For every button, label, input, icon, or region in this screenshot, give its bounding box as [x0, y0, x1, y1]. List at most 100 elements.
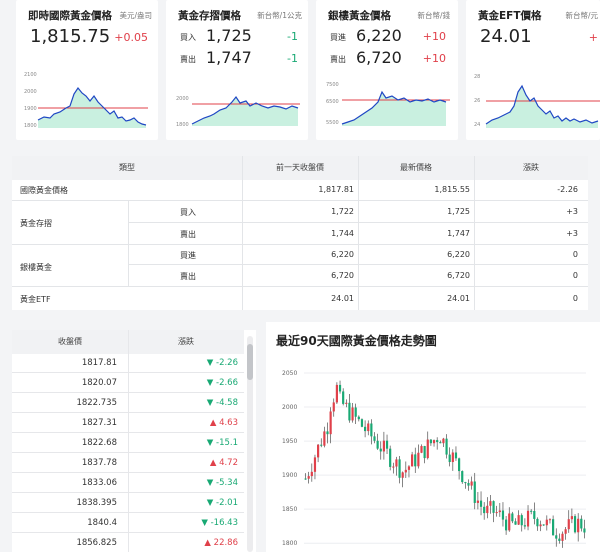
close-value: 1837.78 [81, 458, 117, 468]
y-tick: 1800 [282, 540, 297, 547]
change-value: ▲ 4.72 [209, 458, 238, 468]
candle-body [439, 442, 442, 444]
col-header-type: 類型 [12, 156, 242, 180]
candle-body [407, 466, 411, 470]
etf-sparkline: 28 26 24 [474, 74, 600, 128]
close-value: 1822.68 [81, 438, 117, 448]
candle-body [404, 469, 407, 473]
candle-body [505, 519, 508, 531]
list-item: 1856.825 ▲ 22.86 [12, 534, 244, 552]
sell-label: 賣出 [180, 55, 196, 64]
candle-body [545, 519, 548, 526]
row-sub: 買進 [180, 251, 196, 260]
card-title: 黃金存摺價格 [178, 10, 241, 22]
buy-label: 買入 [180, 33, 196, 42]
list-item: 1817.81 ▼ -2.26 [12, 354, 244, 373]
row-category: 國際黃金價格 [20, 186, 68, 195]
y-tick: 5500 [326, 120, 339, 126]
candle-body [555, 535, 558, 539]
row-last: 1,725 [447, 207, 470, 216]
intl-gold-sparkline: 2100 2000 1900 1800 [24, 72, 148, 129]
row-change: +3 [566, 229, 578, 238]
y-tick: 28 [474, 74, 480, 80]
candle-body [360, 419, 364, 427]
candle-body [573, 516, 577, 533]
card-price: 1,815.75 [30, 26, 111, 47]
candlestick-chart-panel: 最近90天國際黃金價格走勢圖 2050 2000 1950 1900 1850 1800 [266, 322, 600, 552]
list-item: 1822.68 ▼ -15.1 [12, 434, 244, 453]
y-tick: 1800 [24, 123, 37, 129]
list-item: 1822.735 ▼ -4.58 [12, 394, 244, 413]
passbook-sparkline: 2000 1800 [176, 95, 300, 128]
candle-body [436, 440, 439, 443]
candle-body [570, 516, 573, 520]
change-value: ▼ -15.1 [206, 438, 238, 448]
card-change: +0.05 [114, 31, 148, 44]
candlestick-chart[interactable]: 2050 2000 1950 1900 1850 1800 [266, 352, 600, 552]
candle-body [473, 481, 476, 503]
candle-body [458, 458, 461, 472]
gold-price-dashboard: 即時國際黃金價格 美元/盎司 1,815.75 +0.05 2100 2000 … [0, 0, 600, 552]
gold-etf-card[interactable]: 黃金EFT價格 新台幣/元 24.01 + 28 26 24 [466, 0, 600, 140]
change-value: ▼ -16.43 [201, 518, 238, 528]
candle-body [423, 446, 426, 459]
divider [12, 244, 588, 245]
y-tick: 2100 [24, 72, 37, 78]
candle-body [489, 501, 492, 506]
candle-body [332, 402, 335, 412]
jewelry-gold-card[interactable]: 銀樓黃金價格 新台幣/錢 買進 6,220 +10 賣出 6,720 +10 7… [316, 0, 458, 140]
card-unit: 新台幣/1公克 [257, 11, 302, 20]
row-prev: 1,817.81 [318, 185, 354, 194]
candle-body [370, 423, 373, 437]
candle-body [348, 402, 351, 421]
close-value: 1817.81 [81, 358, 117, 368]
list-scrollbar[interactable] [247, 336, 253, 552]
row-category: 黃金存摺 [20, 219, 52, 228]
candle-body [395, 459, 398, 467]
candle-body [483, 506, 486, 514]
divider [128, 222, 588, 223]
candle-body [454, 452, 458, 459]
scrollbar-thumb[interactable] [247, 344, 253, 380]
y-tick: 24 [474, 122, 480, 128]
col-header-change: 漲跌 [474, 156, 588, 180]
candle-body [411, 454, 414, 467]
candle-body [432, 440, 436, 444]
list-item: 1827.31 ▲ 4.63 [12, 414, 244, 433]
candle-body [467, 482, 470, 486]
y-tick: 1900 [282, 472, 297, 479]
buy-price: 6,220 [356, 26, 402, 45]
candle-body [329, 411, 332, 435]
candle-body [382, 440, 385, 452]
y-tick: 2000 [176, 96, 189, 102]
card-unit: 新台幣/元 [565, 11, 598, 20]
candle-body [376, 440, 379, 449]
row-prev: 1,722 [331, 207, 354, 216]
close-value: 1856.825 [76, 538, 117, 548]
candle-body [561, 533, 564, 541]
candle-body [530, 510, 533, 512]
close-value: 1820.07 [81, 378, 117, 388]
intl-gold-card[interactable]: 即時國際黃金價格 美元/盎司 1,815.75 +0.05 2100 2000 … [16, 0, 158, 140]
candle-body [389, 448, 392, 467]
chart-title: 最近90天國際黃金價格走勢圖 [276, 334, 437, 348]
candle-body [317, 444, 320, 458]
list-item: 1837.78 ▲ 4.72 [12, 454, 244, 473]
buy-price: 1,725 [206, 26, 252, 45]
gold-passbook-card[interactable]: 黃金存摺價格 新台幣/1公克 買入 1,725 -1 賣出 1,747 -1 2… [166, 0, 308, 140]
candle-body [520, 515, 523, 526]
candle-body [523, 525, 526, 527]
candle-body [461, 471, 464, 483]
row-category: 黃金ETF [20, 295, 51, 304]
history-list[interactable]: 收盤價 漲跌 1817.81 ▼ -2.26 1820.07 ▼ -2.66 1… [12, 330, 256, 552]
list-item: 1833.06 ▼ -5.34 [12, 474, 244, 493]
candle-body [511, 513, 514, 522]
row-sub: 賣出 [180, 272, 196, 281]
card-title: 即時國際黃金價格 [28, 10, 112, 22]
candle-body [304, 478, 307, 480]
y-tick: 2000 [24, 89, 37, 95]
candle-body [310, 471, 313, 477]
col-header-last: 最新價格 [358, 156, 474, 180]
card-title: 黃金EFT價格 [478, 10, 542, 22]
sell-price: 6,720 [356, 48, 402, 67]
